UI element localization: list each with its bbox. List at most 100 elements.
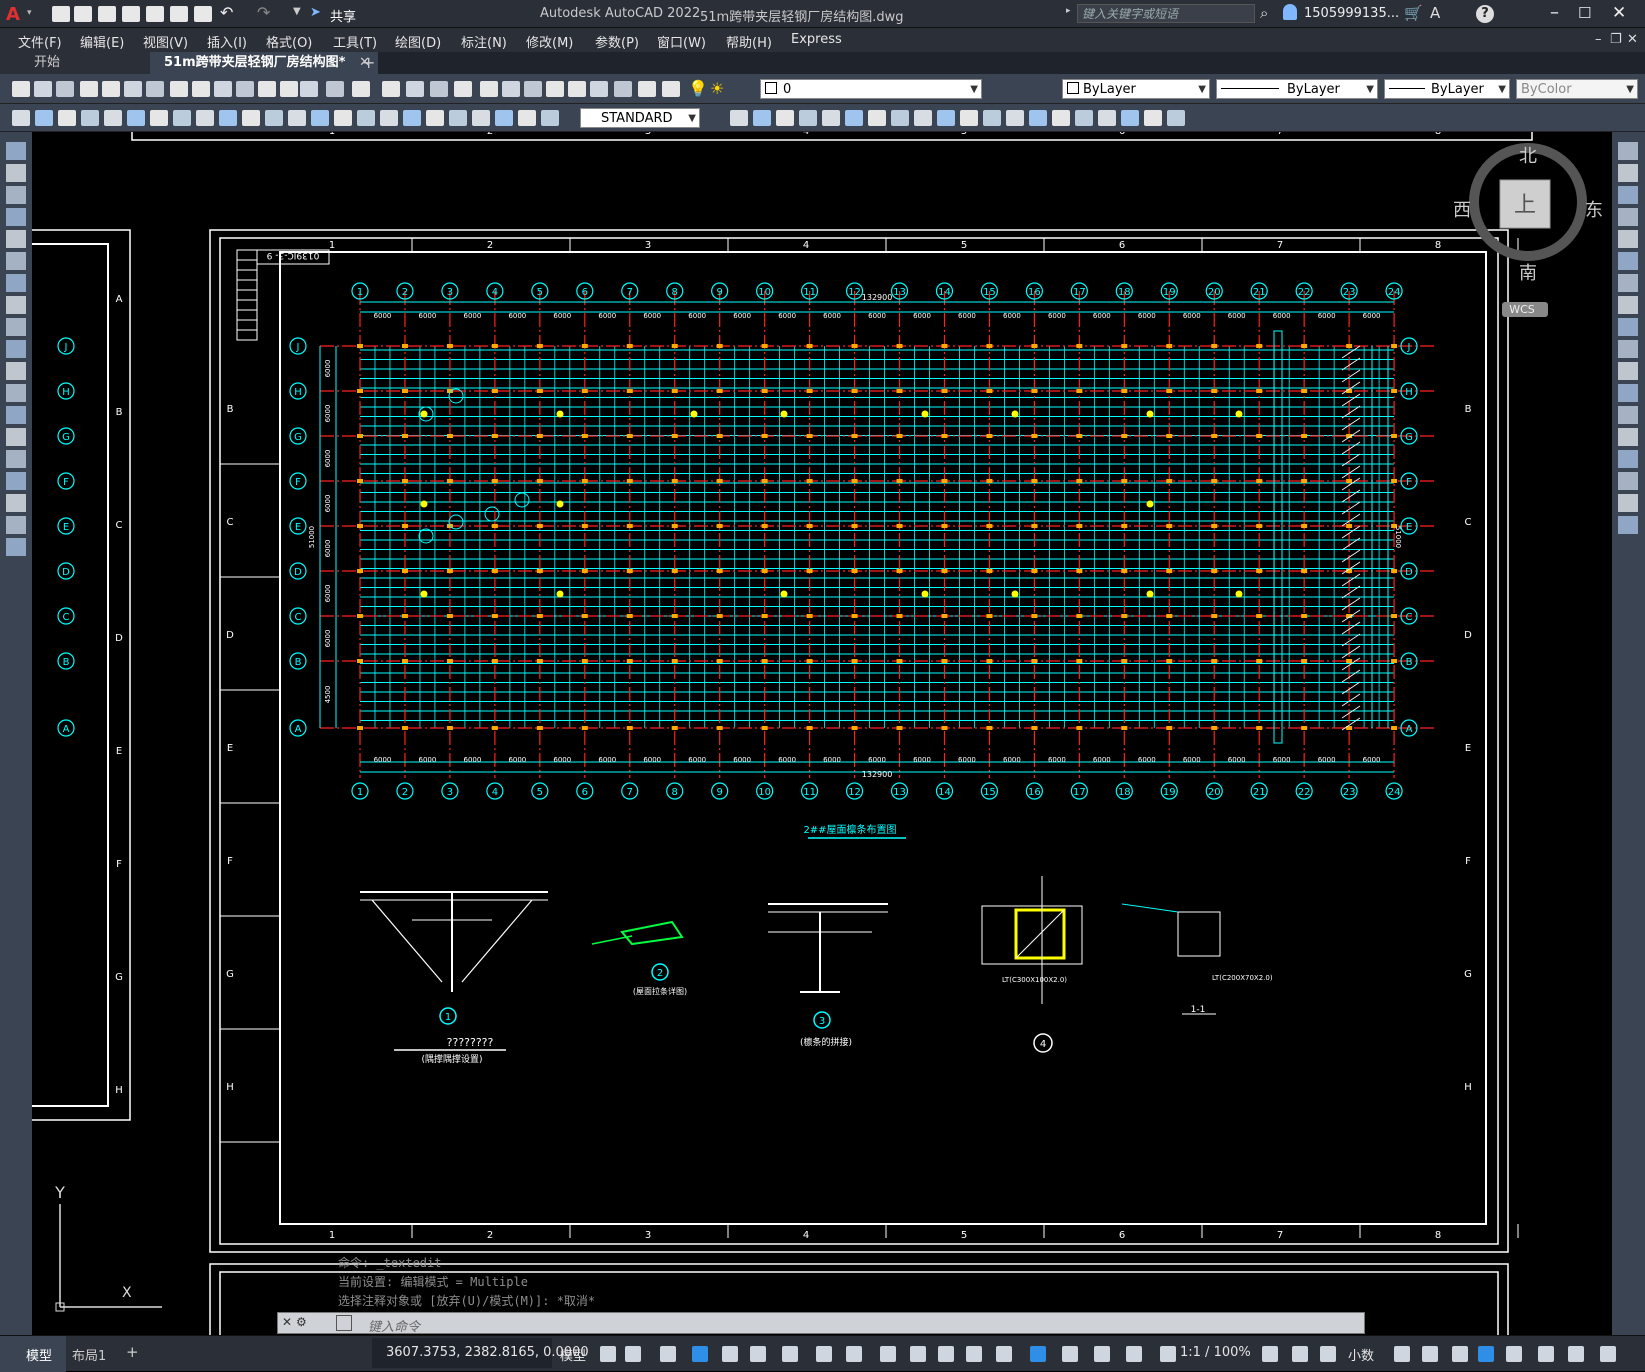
standard-tool-7-icon[interactable] [146,81,164,97]
layer-freeze-icon[interactable]: ☀ [710,79,730,98]
status-toggle-9-icon[interactable] [846,1346,862,1362]
annotation-scale[interactable]: 1:1 / 100% [1180,1345,1251,1360]
dim-tool-27-icon[interactable] [776,110,794,126]
help-icon[interactable]: ? [1476,5,1494,23]
draw-tool-17-icon[interactable] [6,494,26,512]
dim-tool-39-icon[interactable] [1052,110,1070,126]
dim-tool-18-icon[interactable] [403,110,421,126]
modify-tool-5-icon[interactable] [1618,230,1638,248]
draw-tool-14-icon[interactable] [6,428,26,446]
draw-tool-9-icon[interactable] [6,318,26,336]
autodesk-a360-icon[interactable]: A [1430,4,1440,22]
tab-model[interactable]: 模型 [0,1336,66,1372]
standard-tool-26-icon[interactable] [590,81,608,97]
viewcube-east-label[interactable]: 东 [1585,200,1603,221]
command-close-icon[interactable]: ✕ [282,1315,292,1329]
dim-tool-30-icon[interactable] [845,110,863,126]
status-toggle-21-icon[interactable] [1292,1346,1308,1362]
dim-tool-15-icon[interactable] [334,110,352,126]
command-line[interactable]: ✕ ⚙ 键入命令 [277,1312,1365,1335]
status-toggle-2-icon[interactable] [625,1346,641,1362]
status-toggle-22-icon[interactable] [1320,1346,1336,1362]
status-toggle-12-icon[interactable] [938,1346,954,1362]
menu-file[interactable]: 文件(F) [18,32,62,51]
dim-tool-7-icon[interactable] [150,110,168,126]
draw-tool-5-icon[interactable] [6,230,26,248]
standard-tool-2-icon[interactable] [34,81,52,97]
save-web-icon[interactable] [170,6,188,22]
draw-tool-3-icon[interactable] [6,186,26,204]
draw-tool-11-icon[interactable] [6,362,26,380]
open-icon[interactable] [74,6,92,22]
dim-tool-24-icon[interactable] [541,110,559,126]
dim-tool-43-icon[interactable] [1144,110,1162,126]
modify-tool-11-icon[interactable] [1618,362,1638,380]
modify-tool-9-icon[interactable] [1618,318,1638,336]
undo-icon[interactable]: ↶ [220,3,233,22]
dim-tool-26-icon[interactable] [753,110,771,126]
standard-tool-24-icon[interactable] [546,81,564,97]
draw-tool-4-icon[interactable] [6,208,26,226]
standard-tool-10-icon[interactable] [214,81,232,97]
modify-tool-1-icon[interactable] [1618,142,1638,160]
dim-tool-22-icon[interactable] [495,110,513,126]
standard-tool-9-icon[interactable] [192,81,210,97]
standard-tool-20-icon[interactable] [454,81,472,97]
dim-tool-16-icon[interactable] [357,110,375,126]
menu-dimension[interactable]: 标注(N) [461,32,507,51]
dim-tool-31-icon[interactable] [868,110,886,126]
dim-tool-25-icon[interactable] [730,110,748,126]
standard-tool-4-icon[interactable] [80,81,98,97]
draw-tool-8-icon[interactable] [6,296,26,314]
dim-tool-3-icon[interactable] [58,110,76,126]
status-toggle-18-icon[interactable] [1126,1346,1142,1362]
standard-tool-15-icon[interactable] [326,81,344,97]
dim-tool-37-icon[interactable] [1006,110,1024,126]
dimstyle-select[interactable]: STANDARD ▼ [580,108,700,128]
dim-tool-6-icon[interactable] [127,110,145,126]
status-toggle-5-icon[interactable] [722,1346,738,1362]
open-web-icon[interactable] [146,6,164,22]
cart-icon[interactable]: 🛒 [1404,4,1423,22]
modify-tool-6-icon[interactable] [1618,252,1638,270]
user-name[interactable]: 1505999135... [1304,6,1399,21]
dim-tool-14-icon[interactable] [311,110,329,126]
dim-tool-38-icon[interactable] [1029,110,1047,126]
dim-tool-4-icon[interactable] [81,110,99,126]
dim-tool-1-icon[interactable] [12,110,30,126]
status-toggle-13-icon[interactable] [966,1346,982,1362]
command-input[interactable]: 键入命令 [368,1316,420,1335]
dim-tool-5-icon[interactable] [104,110,122,126]
units-display[interactable]: 小数 [1348,1345,1374,1364]
draw-tool-16-icon[interactable] [6,472,26,490]
status-toggle-24-icon[interactable] [1422,1346,1438,1362]
dim-tool-21-icon[interactable] [472,110,490,126]
status-toggle-10-icon[interactable] [880,1346,896,1362]
doc-close-icon[interactable]: ✕ [1627,32,1638,47]
menu-express[interactable]: Express [791,32,842,47]
viewcube[interactable]: 上 北 南 西 东 WCS [1453,143,1603,317]
autocad-logo-icon[interactable]: A [6,4,26,25]
modify-tool-16-icon[interactable] [1618,472,1638,490]
menu-help[interactable]: 帮助(H) [726,32,772,51]
plot-icon[interactable] [194,6,212,22]
status-toggle-7-icon[interactable] [782,1346,798,1362]
linetype-select[interactable]: ByLayer ▼ [1216,79,1378,99]
command-customize-icon[interactable]: ⚙ [296,1315,307,1329]
standard-tool-13-icon[interactable] [280,81,298,97]
layer-on-icon[interactable]: 💡 [688,79,708,98]
dim-tool-29-icon[interactable] [822,110,840,126]
status-toggle-1-icon[interactable] [600,1346,616,1362]
close-icon[interactable]: ✕ [1612,3,1626,23]
color-select[interactable]: ByLayer ▼ [1062,79,1210,99]
dim-tool-10-icon[interactable] [219,110,237,126]
doc-restore-icon[interactable]: ❐ [1610,32,1622,47]
dim-tool-34-icon[interactable] [937,110,955,126]
draw-tool-7-icon[interactable] [6,274,26,292]
viewcube-south-label[interactable]: 南 [1519,263,1537,284]
standard-tool-21-icon[interactable] [480,81,498,97]
new-icon[interactable] [52,6,70,22]
standard-tool-28-icon[interactable] [638,81,656,97]
draw-tool-2-icon[interactable] [6,164,26,182]
modify-tool-4-icon[interactable] [1618,208,1638,226]
